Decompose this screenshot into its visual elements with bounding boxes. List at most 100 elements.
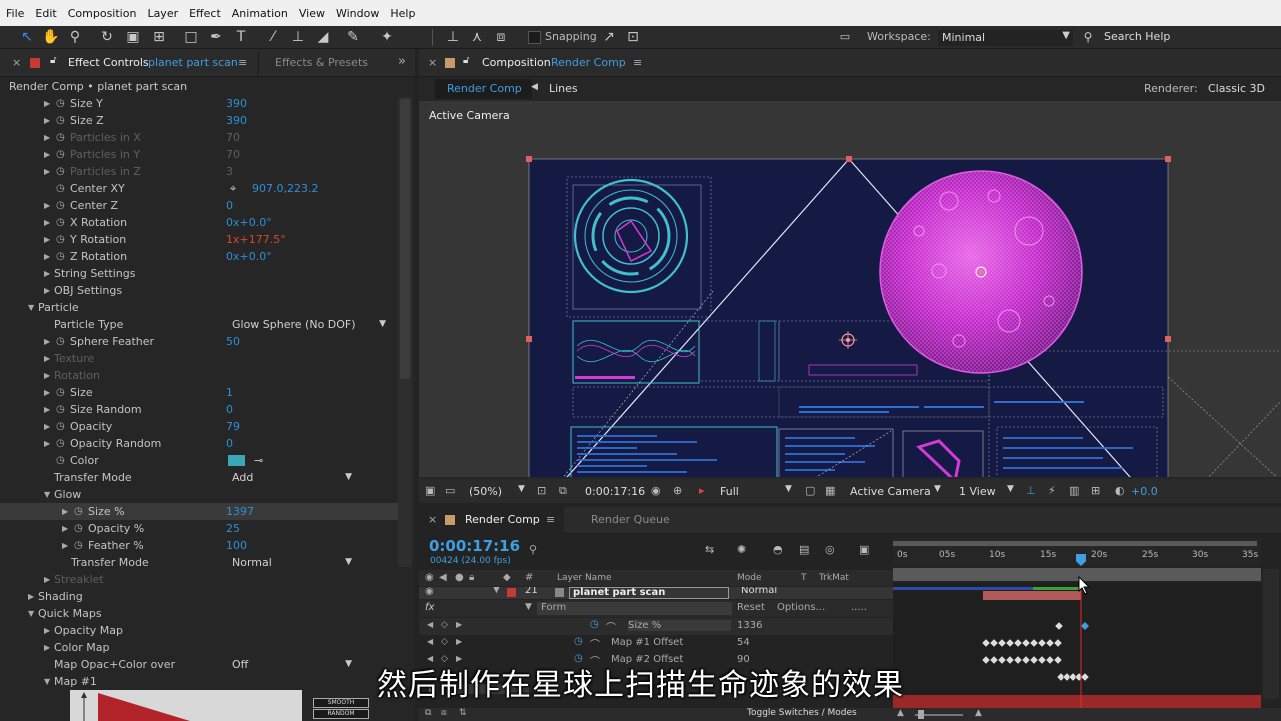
effect-property-row[interactable]: ▶ OBJ Settings xyxy=(0,282,400,299)
expand-right-icon[interactable]: ▶ xyxy=(44,350,50,367)
expand-right-icon[interactable]: ▶ xyxy=(44,333,50,350)
fx-icon[interactable]: fx xyxy=(425,602,434,613)
keyframe-diamond-icon[interactable]: ◇ xyxy=(441,620,448,630)
property-value[interactable]: 390 xyxy=(226,112,247,129)
stopwatch-icon[interactable]: ◷ xyxy=(74,503,83,520)
timeline-icon[interactable]: ▥ xyxy=(1069,484,1079,497)
world-axis-icon[interactable]: ⋏ xyxy=(468,28,486,46)
graph-icon[interactable]: ⌒ xyxy=(590,636,600,651)
expand-right-icon[interactable]: ▶ xyxy=(44,146,50,163)
next-keyframe-icon[interactable]: ▶ xyxy=(456,620,462,629)
zoom-in-icon[interactable]: ▲ xyxy=(975,708,982,718)
effect-property-row[interactable]: ▼ Particle xyxy=(0,299,400,316)
effect-property-row[interactable]: ▶ ◷ Size Y 390 xyxy=(0,95,400,112)
timeline-property-row[interactable]: ◀ ◇ ▶ ◷ ⌒ Size % 1336 xyxy=(419,618,893,635)
stopwatch-icon[interactable]: ◷ xyxy=(56,231,65,248)
scrollbar[interactable] xyxy=(398,97,412,567)
effect-property-row[interactable]: ▶ ◷ Feather % 100 xyxy=(0,537,400,554)
effect-property-row[interactable]: Particle Type Glow Sphere (No DOF) ▼ xyxy=(0,316,400,333)
property-value[interactable]: 100 xyxy=(226,537,247,554)
property-value[interactable]: 0 xyxy=(226,401,233,418)
crosshair-icon[interactable]: ⌖ xyxy=(230,180,236,197)
layer-mode[interactable]: Normal xyxy=(741,587,777,596)
graph-icon[interactable]: ⌒ xyxy=(606,619,616,634)
expand-right-icon[interactable]: ▶ xyxy=(62,503,68,520)
close-icon[interactable]: × xyxy=(428,513,437,526)
effect-property-row[interactable]: ◷ Center XY 907.0,223.2 ⌖ xyxy=(0,180,400,197)
lock-icon[interactable]: 🔓︎ xyxy=(50,55,56,66)
layer-name[interactable]: planet part scan xyxy=(569,587,729,599)
menu-layer[interactable]: Layer xyxy=(141,7,183,20)
camera-tool-icon[interactable]: ▣ xyxy=(124,28,142,46)
effect-property-row[interactable]: ▶ ◷ Particles in Z 3 xyxy=(0,163,400,180)
effect-property-row[interactable]: ▶ Texture xyxy=(0,350,400,367)
expand-right-icon[interactable]: ▶ xyxy=(44,214,50,231)
effect-property-row[interactable]: ▶ ◷ X Rotation 0x+0.0° xyxy=(0,214,400,231)
stopwatch-icon[interactable]: ◷ xyxy=(56,112,65,129)
zoom-slider-thumb[interactable] xyxy=(918,710,924,719)
stopwatch-icon[interactable]: ◷ xyxy=(574,636,583,647)
property-value[interactable]: 70 xyxy=(226,129,240,146)
effect-property-row[interactable]: ▶ ◷ Size 1 xyxy=(0,384,400,401)
property-value[interactable]: 0 xyxy=(226,197,233,214)
stopwatch-icon[interactable]: ◷ xyxy=(56,401,65,418)
transparency-grid-icon[interactable]: ▦ xyxy=(825,484,835,497)
menu-animation[interactable]: Animation xyxy=(226,7,293,20)
prev-keyframe-icon[interactable]: ◀ xyxy=(427,620,433,629)
dropdown[interactable]: Normal ▼ xyxy=(228,554,354,571)
stopwatch-icon[interactable]: ◷ xyxy=(56,180,65,197)
roto-brush-tool-icon[interactable]: ✎ xyxy=(344,28,362,46)
expand-right-icon[interactable]: ▶ xyxy=(62,520,68,537)
stopwatch-icon[interactable]: ◷ xyxy=(590,619,599,630)
rectangle-tool-icon[interactable]: □ xyxy=(182,28,200,46)
snap-option-icon[interactable]: ↗ xyxy=(600,28,618,46)
property-value[interactable]: 0x+0.0° xyxy=(226,248,272,265)
resolution-dropdown[interactable]: Full xyxy=(720,485,739,498)
exposure-value[interactable]: +0.0 xyxy=(1131,485,1158,498)
region-of-interest-icon[interactable]: ▢ xyxy=(805,484,815,497)
expand-triangle-icon[interactable]: ▼ xyxy=(493,587,500,595)
expand-right-icon[interactable]: ▶ xyxy=(44,197,50,214)
fast-preview-icon[interactable]: ⚡ xyxy=(1048,484,1056,497)
effect-property-row[interactable]: ▶ ◷ Opacity % 25 xyxy=(0,520,400,537)
stopwatch-icon[interactable]: ◷ xyxy=(56,248,65,265)
expand-right-icon[interactable]: ▶ xyxy=(44,401,50,418)
effect-property-row[interactable]: ▶ Opacity Map xyxy=(0,622,400,639)
brush-tool-icon[interactable]: ⁄ xyxy=(264,28,282,46)
timeline-timecode[interactable]: 0:00:17:16 xyxy=(429,537,520,555)
stopwatch-icon[interactable]: ◷ xyxy=(56,197,65,214)
effect-property-row[interactable]: ▶ ◷ Size Random 0 xyxy=(0,401,400,418)
effect-property-row[interactable]: ▶ ◷ Size Z 390 xyxy=(0,112,400,129)
effect-property-row[interactable]: Transfer Mode Add ▼ xyxy=(0,469,400,486)
effect-property-row[interactable]: ▶ ◷ Sphere Feather 50 xyxy=(0,333,400,350)
renderer-value[interactable]: Classic 3D xyxy=(1208,82,1265,95)
playhead-handle[interactable] xyxy=(1076,554,1086,566)
reset-link[interactable]: Reset xyxy=(737,602,765,613)
expand-right-icon[interactable]: ▶ xyxy=(44,384,50,401)
snapshot-icon[interactable]: ◉ xyxy=(651,484,661,497)
property-value[interactable]: 907.0,223.2 xyxy=(252,180,318,197)
workspace-switch-icon[interactable]: ▭ xyxy=(836,28,854,46)
effect-property-row[interactable]: ▶ ◷ Y Rotation 1x+177.5° xyxy=(0,231,400,248)
property-value[interactable]: 70 xyxy=(226,146,240,163)
expand-triangle-icon[interactable]: ▼ xyxy=(525,602,532,612)
stopwatch-icon[interactable]: ◷ xyxy=(74,520,83,537)
always-preview-icon[interactable]: ▣ xyxy=(425,484,435,497)
search-icon[interactable]: ⚲ xyxy=(529,543,537,556)
dropdown[interactable]: Add ▼ xyxy=(228,469,354,486)
lock-icon[interactable]: 🔒︎ xyxy=(469,572,474,583)
effect-name[interactable]: Form xyxy=(541,602,566,613)
exposure-reset-icon[interactable]: ◐ xyxy=(1115,484,1125,497)
crumb-lines[interactable]: Lines xyxy=(549,82,578,95)
property-value[interactable]: 0 xyxy=(226,435,233,452)
hand-tool-icon[interactable]: ✋ xyxy=(42,28,60,46)
close-icon[interactable]: × xyxy=(428,56,437,69)
options-link[interactable]: Options... xyxy=(777,602,825,613)
pen-tool-icon[interactable]: ✒ xyxy=(207,28,225,46)
comp-mini-flowchart-icon[interactable]: ⇆ xyxy=(705,543,714,556)
expand-right-icon[interactable]: ▶ xyxy=(44,129,50,146)
effect-property-row[interactable]: ▶ ◷ Center Z 0 xyxy=(0,197,400,214)
layer-switches-icon[interactable]: ⧉ xyxy=(425,708,431,718)
property-value[interactable]: 25 xyxy=(226,520,240,537)
label-icon[interactable]: ◆ xyxy=(503,572,511,583)
